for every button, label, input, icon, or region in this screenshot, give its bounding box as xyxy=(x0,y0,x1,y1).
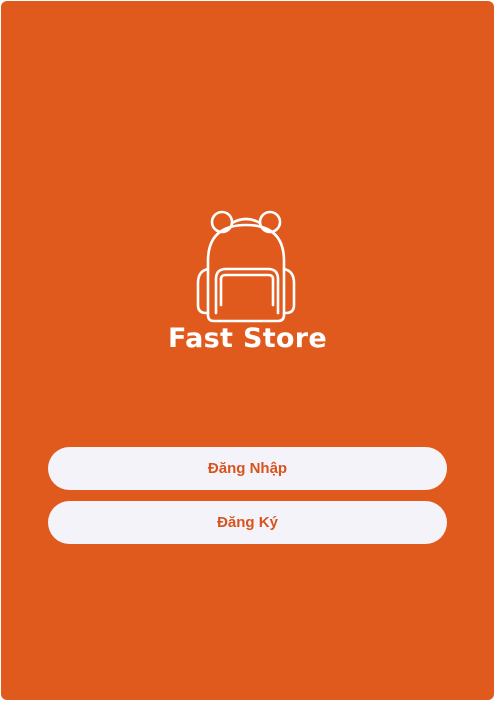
backpack-icon xyxy=(196,210,296,323)
app-name: Fast Store xyxy=(168,323,327,354)
register-button[interactable]: Đăng Ký xyxy=(48,501,447,544)
welcome-screen: Fast Store Đăng Nhập Đăng Ký xyxy=(1,1,494,700)
login-button[interactable]: Đăng Nhập xyxy=(48,447,447,490)
